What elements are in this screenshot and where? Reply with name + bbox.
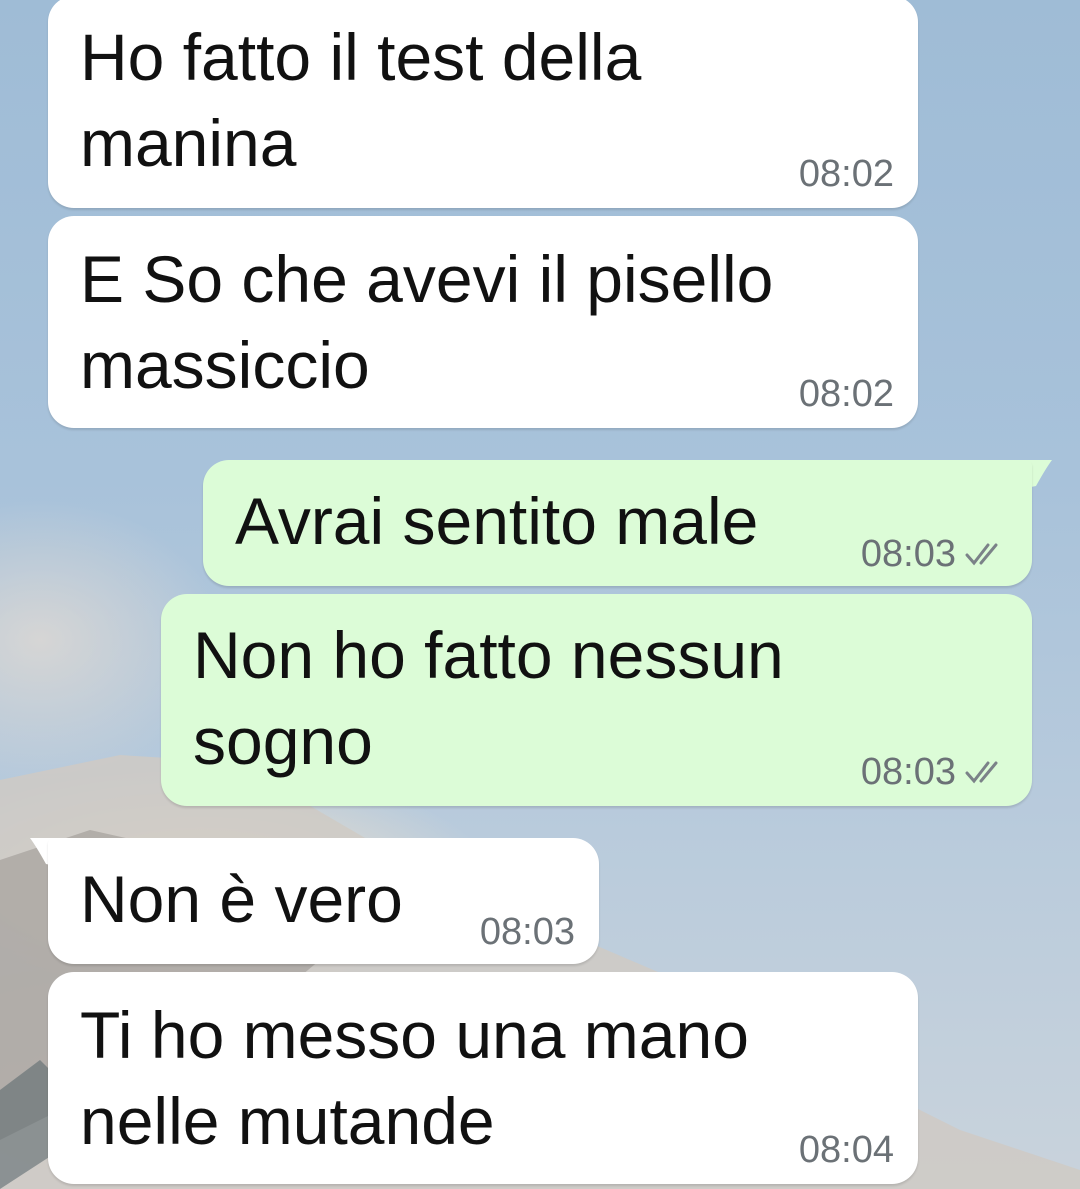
- message-time: 08:04: [798, 1129, 894, 1171]
- message-time: 08:02: [798, 373, 894, 415]
- message-bubble-incoming[interactable]: E So che avevi il pisello massiccio 08:0…: [48, 216, 918, 428]
- message-meta: 08:02: [799, 374, 894, 414]
- message-bubble-incoming[interactable]: Ho fatto il test della manina 08:02: [48, 0, 918, 208]
- message-bubble-incoming[interactable]: Ti ho messo una mano nelle mutande 08:04: [48, 972, 918, 1184]
- message-meta: 08:02: [799, 154, 894, 194]
- message-meta: 08:04: [799, 1130, 894, 1170]
- message-text: Ti ho messo una mano nelle mutande: [80, 998, 749, 1158]
- message-meta: 08:03: [480, 912, 575, 952]
- message-time: 08:03: [860, 751, 956, 793]
- message-text: Ho fatto il test della manina: [80, 20, 642, 180]
- message-text: E So che avevi il pisello massiccio: [80, 242, 774, 402]
- message-text: Non è vero: [80, 862, 403, 936]
- message-text: Avrai sentito male: [235, 484, 759, 558]
- message-time: 08:03: [479, 911, 575, 953]
- double-check-icon: [964, 758, 1008, 786]
- message-bubble-outgoing[interactable]: Avrai sentito male 08:03: [203, 460, 1032, 586]
- message-text: Non ho fatto nessun sogno: [193, 618, 784, 778]
- message-time: 08:02: [798, 153, 894, 195]
- message-bubble-incoming[interactable]: Non è vero 08:03: [48, 838, 599, 964]
- double-check-icon: [964, 540, 1008, 568]
- message-bubble-outgoing[interactable]: Non ho fatto nessun sogno 08:03: [161, 594, 1032, 806]
- message-meta: 08:03: [861, 752, 1008, 792]
- message-time: 08:03: [860, 533, 956, 575]
- message-meta: 08:03: [861, 534, 1008, 574]
